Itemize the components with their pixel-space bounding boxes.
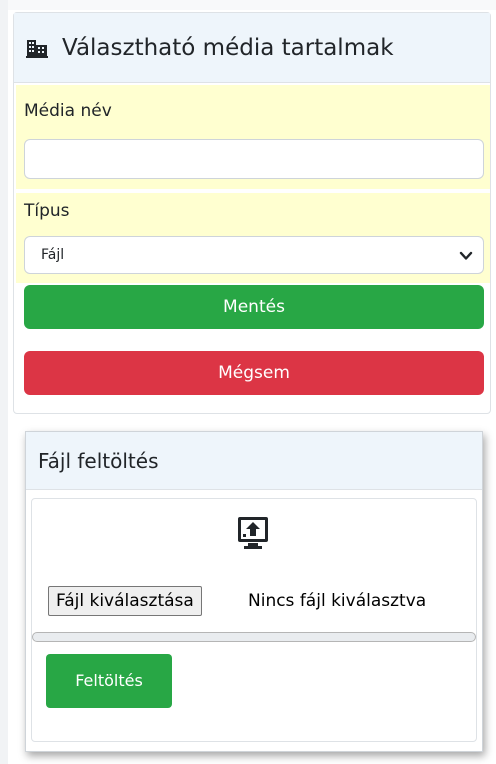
page-title: Választható média tartalmak xyxy=(62,34,394,61)
page-top-strip xyxy=(0,0,496,10)
media-form-card: Választható média tartalmak Média név Tí… xyxy=(13,12,491,414)
file-upload-card: Fájl feltöltés Fájl kiválasztása Nincs f… xyxy=(25,431,483,752)
upload-title: Fájl feltöltés xyxy=(38,449,159,473)
media-name-label: Média név xyxy=(24,101,112,121)
upload-button[interactable]: Feltöltés xyxy=(46,654,172,708)
chevron-down-icon xyxy=(459,248,473,262)
page-left-strip xyxy=(0,0,8,764)
save-button[interactable]: Mentés xyxy=(24,285,484,329)
type-group: Típus Fájl xyxy=(16,193,490,283)
media-name-group: Média név xyxy=(16,85,490,189)
upload-progress-bar xyxy=(32,632,476,642)
choose-file-button[interactable]: Fájl kiválasztása xyxy=(48,586,202,616)
type-select[interactable]: Fájl xyxy=(24,236,484,274)
media-name-input[interactable] xyxy=(24,139,484,179)
type-label: Típus xyxy=(24,201,70,221)
cancel-button[interactable]: Mégsem xyxy=(24,351,484,395)
upload-body: Fájl kiválasztása Nincs fájl kiválasztva… xyxy=(31,498,477,742)
upload-card-header: Fájl feltöltés xyxy=(26,432,482,490)
building-icon xyxy=(26,38,48,58)
upload-monitor-icon xyxy=(237,516,269,550)
type-select-value: Fájl xyxy=(41,247,65,263)
card-header: Választható média tartalmak xyxy=(14,13,490,83)
file-status-text: Nincs fájl kiválasztva xyxy=(248,591,427,611)
